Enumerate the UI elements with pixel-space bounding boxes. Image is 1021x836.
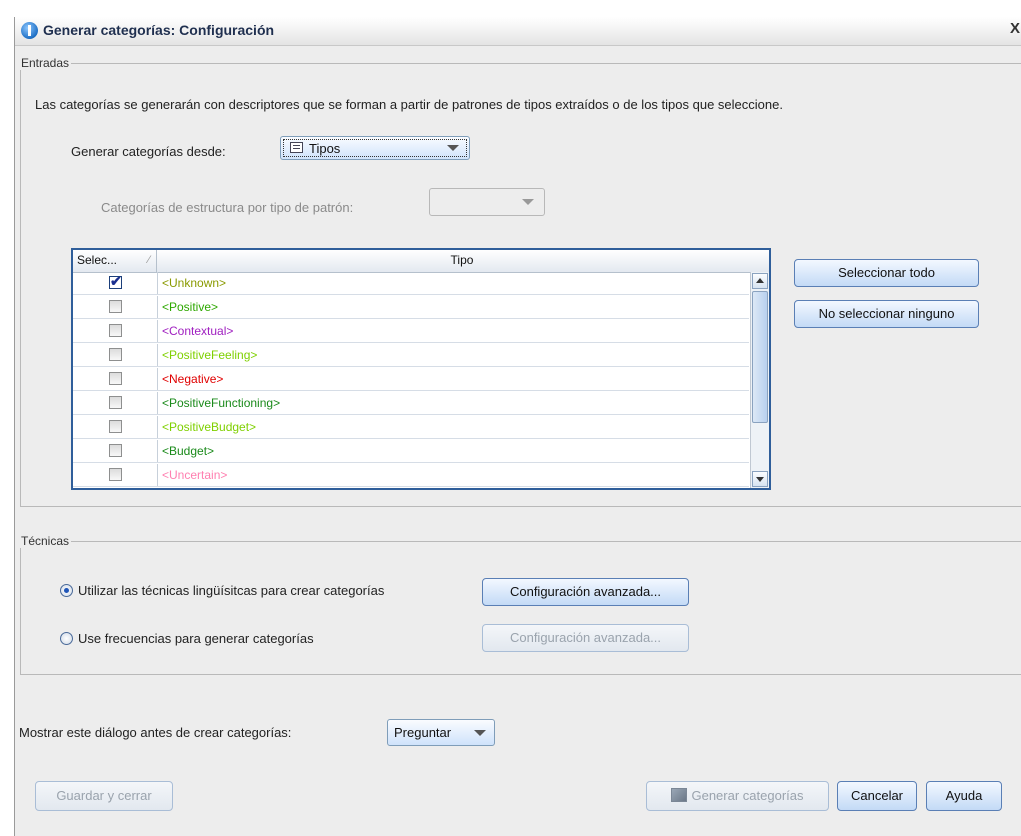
select-all-button[interactable]: Seleccionar todo — [794, 259, 979, 287]
show-dialog-dropdown[interactable]: Preguntar — [387, 719, 495, 746]
frequency-radio[interactable] — [60, 632, 73, 645]
close-button[interactable]: X — [1010, 20, 1021, 40]
table-row[interactable]: <PositiveFunctioning> — [73, 392, 749, 415]
type-cell: <Negative> — [157, 368, 223, 390]
table-row[interactable]: <Positive> — [73, 296, 749, 319]
type-cell: <Contextual> — [157, 320, 233, 342]
chevron-down-icon — [522, 199, 534, 205]
source-dropdown-value: Tipos — [309, 141, 341, 156]
row-checkbox[interactable] — [109, 273, 122, 290]
type-cell: <Positive> — [157, 296, 218, 318]
type-cell: <Budget> — [157, 440, 214, 462]
generate-label: Generar categorías — [691, 788, 804, 803]
types-icon — [290, 142, 303, 153]
row-checkbox[interactable] — [109, 372, 122, 385]
title-bar: Generar categorías: Configuración X — [15, 17, 1021, 46]
table-header: Selec... ⁄ Tipo — [73, 250, 769, 273]
column-header-tipo[interactable]: Tipo — [157, 250, 767, 272]
row-checkbox[interactable] — [109, 324, 122, 337]
source-dropdown[interactable]: Tipos — [280, 136, 470, 160]
type-cell: <Unknown> — [157, 272, 226, 294]
show-dialog-value: Preguntar — [394, 725, 452, 740]
dialog-window: Generar categorías: Configuración X Entr… — [14, 17, 1021, 836]
table-row[interactable]: <Negative> — [73, 368, 749, 391]
table-row[interactable]: <Uncertain> — [73, 464, 749, 487]
type-cell: <PositiveFeeling> — [157, 344, 257, 366]
row-checkbox[interactable] — [109, 420, 122, 433]
scroll-up-button[interactable] — [752, 273, 768, 289]
source-label: Generar categorías desde: — [71, 144, 226, 159]
pattern-dropdown[interactable] — [429, 188, 545, 216]
tecnicas-legend: Técnicas — [21, 534, 70, 548]
row-checkbox[interactable] — [109, 348, 122, 361]
scroll-thumb[interactable] — [752, 291, 768, 423]
advanced-settings-button-2[interactable]: Configuración avanzada... — [482, 624, 689, 652]
table-row[interactable]: <Contextual> — [73, 320, 749, 343]
sort-icon: ⁄ — [148, 254, 150, 266]
advanced-settings-button-1[interactable]: Configuración avanzada... — [482, 578, 689, 606]
row-checkbox[interactable] — [109, 468, 122, 481]
window-title: Generar categorías: Configuración — [43, 22, 275, 38]
type-cell: <PositiveFunctioning> — [157, 392, 280, 414]
linguistic-label: Utilizar las técnicas lingüísitcas para … — [78, 583, 385, 598]
column-header-select[interactable]: Selec... ⁄ — [73, 250, 157, 272]
pattern-label: Categorías de estructura por tipo de pat… — [101, 200, 354, 215]
select-none-button[interactable]: No seleccionar ninguno — [794, 300, 979, 328]
linguistic-radio[interactable] — [60, 584, 73, 597]
table-row[interactable]: <PositiveBudget> — [73, 416, 749, 439]
frequency-label: Use frecuencias para generar categorías — [78, 631, 314, 646]
type-cell: <Uncertain> — [157, 464, 227, 486]
table-row[interactable]: <Unknown> — [73, 272, 749, 295]
generate-icon — [671, 788, 688, 802]
cancel-button[interactable]: Cancelar — [837, 781, 917, 811]
show-dialog-label: Mostrar este diálogo antes de crear cate… — [19, 725, 292, 740]
chevron-down-icon — [474, 730, 486, 736]
app-icon — [21, 22, 38, 39]
vertical-scrollbar[interactable] — [750, 272, 769, 488]
table-row[interactable]: <Budget> — [73, 440, 749, 463]
row-checkbox[interactable] — [109, 444, 122, 457]
table-row[interactable]: <PositiveFeeling> — [73, 344, 749, 367]
row-checkbox[interactable] — [109, 396, 122, 409]
save-close-button[interactable]: Guardar y cerrar — [35, 781, 173, 811]
help-button[interactable]: Ayuda — [926, 781, 1002, 811]
entradas-description: Las categorías se generarán con descript… — [35, 97, 783, 112]
row-checkbox[interactable] — [109, 300, 122, 313]
entradas-legend: Entradas — [21, 56, 70, 70]
chevron-down-icon — [447, 145, 459, 151]
types-table: Selec... ⁄ Tipo <Unknown><Positive><Cont… — [71, 248, 771, 490]
generate-categories-button[interactable]: Generar categorías — [646, 781, 829, 811]
type-cell: <PositiveBudget> — [157, 416, 256, 438]
scroll-down-button[interactable] — [752, 471, 768, 487]
